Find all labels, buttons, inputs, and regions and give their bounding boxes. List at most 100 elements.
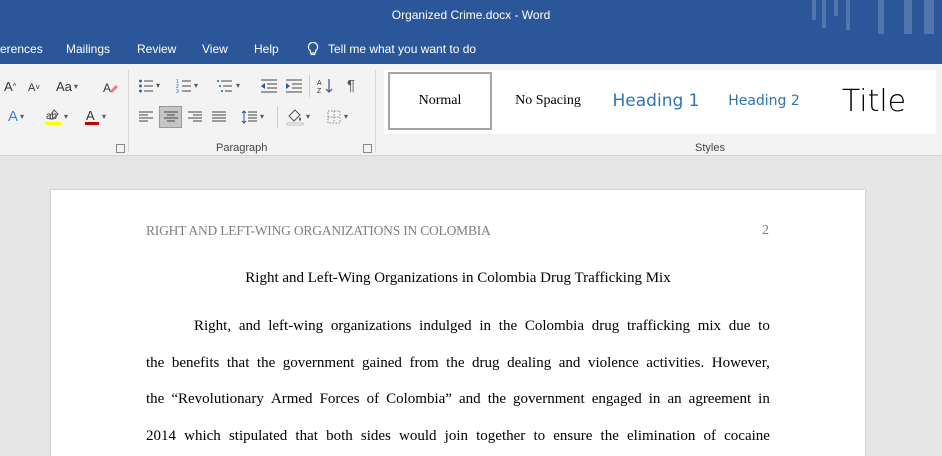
- word: of: [366, 391, 380, 407]
- word: violence: [587, 355, 639, 371]
- word: However,: [711, 355, 770, 371]
- lightbulb-icon: [307, 41, 319, 56]
- highlight-color-icon[interactable]: ab ▾: [44, 108, 68, 126]
- decrease-indent-icon[interactable]: [260, 77, 278, 95]
- change-case-button[interactable]: Aa ▾: [56, 78, 78, 96]
- word: the: [146, 355, 165, 371]
- numbering-icon[interactable]: 123 ▾: [176, 77, 198, 95]
- word: gained: [361, 355, 402, 371]
- align-right-icon[interactable]: [187, 108, 203, 126]
- page-number: 2: [762, 223, 769, 238]
- tab-help[interactable]: Help: [254, 42, 279, 56]
- chevron-down-icon: ▾: [344, 112, 349, 121]
- word: that: [295, 428, 318, 444]
- increase-indent-icon[interactable]: [285, 77, 303, 95]
- chevron-down-icon: ▾: [102, 112, 107, 121]
- group-separator: [375, 70, 376, 152]
- word: government: [513, 391, 585, 407]
- multilevel-list-icon[interactable]: ▾: [216, 77, 240, 95]
- word: Colombia”: [386, 391, 452, 407]
- document-title: Right and Left-Wing Organizations in Col…: [245, 270, 671, 286]
- chevron-down-icon: ▾: [64, 112, 69, 121]
- shrink-font-icon[interactable]: A ˅: [28, 79, 40, 97]
- body-text-line: the “Revolutionary Armed Forces of Colombia” a…: [146, 391, 770, 408]
- justify-icon[interactable]: [211, 108, 227, 126]
- title-decoration: [904, 0, 912, 34]
- word: benefits: [171, 355, 220, 371]
- word: together: [476, 428, 526, 444]
- word: sides: [360, 428, 391, 444]
- word: due: [728, 318, 751, 334]
- chevron-down-icon: ▾: [20, 112, 25, 121]
- word: government: [282, 355, 355, 371]
- word: mix: [697, 318, 722, 334]
- word: organizations: [330, 318, 412, 334]
- show-formatting-marks-icon[interactable]: ¶: [347, 77, 355, 95]
- running-header: RIGHT AND LEFT-WING ORGANIZATIONS IN COL…: [146, 223, 491, 238]
- title-decoration: [924, 0, 934, 34]
- styles-group-label: Styles: [695, 142, 725, 154]
- style-heading-2[interactable]: Heading 2: [714, 72, 814, 130]
- group-separator: [128, 70, 129, 152]
- word: activities.: [646, 355, 705, 371]
- window-title: Organized Crime.docx - Word: [391, 8, 551, 22]
- tell-me-box[interactable]: Tell me what you want to do: [306, 40, 476, 58]
- tell-me-text: Tell me what you want to do: [328, 42, 477, 56]
- align-center-icon[interactable]: [159, 106, 182, 128]
- body-text-line: Right, and left-wing organizations indulged i…: [146, 318, 770, 335]
- font-dialog-launcher[interactable]: [116, 144, 125, 153]
- style-heading-1[interactable]: Heading 1: [606, 72, 706, 130]
- clear-formatting-icon[interactable]: A: [102, 78, 118, 96]
- word: indulged: [419, 318, 472, 334]
- bullets-icon[interactable]: ▾: [138, 77, 160, 95]
- svg-text:A: A: [103, 81, 111, 95]
- word: agreement: [688, 391, 752, 407]
- svg-text:Z: Z: [317, 88, 322, 95]
- chevron-down-icon: ▾: [156, 81, 161, 90]
- word: to: [533, 428, 546, 444]
- style-normal[interactable]: Normal: [388, 72, 492, 130]
- sort-icon[interactable]: AZ: [317, 77, 333, 95]
- word: the: [600, 428, 619, 444]
- svg-text:A: A: [86, 108, 95, 123]
- word: elimination: [627, 428, 696, 444]
- align-left-icon[interactable]: [138, 108, 154, 126]
- styles-gallery: Normal No Spacing Heading 1 Heading 2 Ti…: [384, 70, 936, 134]
- shading-icon[interactable]: ▾: [286, 108, 310, 126]
- document-page[interactable]: RIGHT AND LEFT-WING ORGANIZATIONS IN COL…: [51, 190, 865, 456]
- word: in: [758, 391, 770, 407]
- tab-references[interactable]: erences: [0, 42, 43, 56]
- grow-font-icon[interactable]: A ^: [4, 78, 16, 96]
- ribbon: A ^ A ˅ Aa ▾ A A ▾ ab ▾ A ▾ ▾ 123 ▾ ▾ AZ ¶: [0, 64, 942, 156]
- tab-mailings[interactable]: Mailings: [66, 42, 110, 56]
- word: in: [648, 391, 661, 407]
- word: Forces: [319, 391, 360, 407]
- style-title[interactable]: Title: [824, 72, 924, 130]
- title-decoration: [878, 0, 884, 34]
- word: join: [444, 428, 468, 444]
- text-effects-icon[interactable]: A ▾: [8, 108, 24, 126]
- title-bar: Organized Crime.docx - Word: [0, 0, 942, 34]
- word: of: [703, 428, 716, 444]
- word: left-wing: [268, 318, 324, 334]
- svg-text:3: 3: [176, 89, 179, 94]
- ribbon-tabs: erences Mailings Review View Help Tell m…: [0, 34, 942, 64]
- borders-icon[interactable]: ▾: [326, 108, 348, 126]
- chevron-down-icon: ▾: [306, 112, 311, 121]
- word: and: [558, 355, 581, 371]
- chevron-down-icon: ▾: [73, 82, 78, 91]
- body-text-line: the benefits that the government gained from th…: [146, 355, 770, 372]
- line-spacing-icon[interactable]: ▾: [240, 108, 264, 126]
- word: “Revolutionary: [171, 391, 264, 407]
- font-color-icon[interactable]: A ▾: [84, 108, 106, 126]
- word: engaged: [591, 391, 642, 407]
- word: cocaine: [724, 428, 770, 444]
- word: that: [226, 355, 250, 371]
- tab-view[interactable]: View: [202, 42, 228, 56]
- style-no-spacing[interactable]: No Spacing: [498, 72, 598, 130]
- word: in: [479, 318, 492, 334]
- tab-review[interactable]: Review: [137, 42, 176, 56]
- paragraph-dialog-launcher[interactable]: [363, 144, 372, 153]
- word: trafficking: [626, 318, 690, 334]
- word: the: [446, 355, 465, 371]
